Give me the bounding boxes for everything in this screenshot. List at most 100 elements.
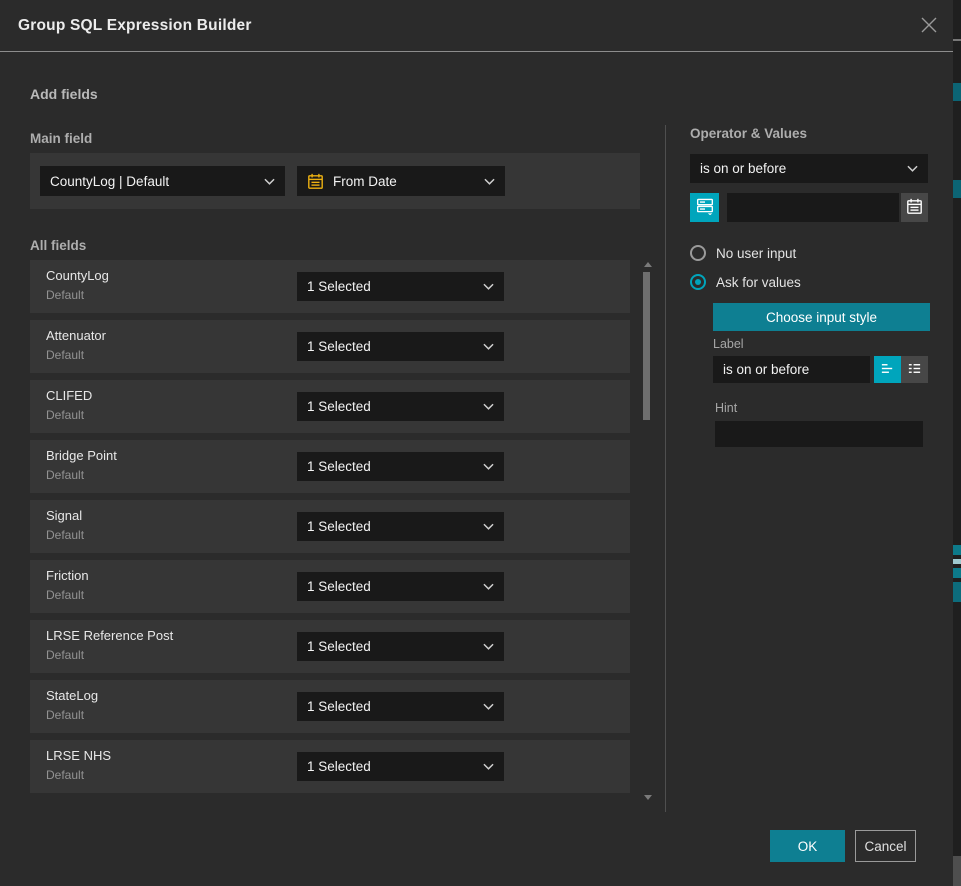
add-fields-heading: Add fields (30, 86, 98, 102)
screen: Group SQL Expression Builder Add fields … (0, 0, 961, 886)
field-selection-value: 1 Selected (307, 519, 477, 534)
field-name: LRSE Reference Post (46, 628, 173, 643)
label-input[interactable] (713, 356, 870, 383)
chevron-down-icon (483, 343, 494, 350)
chevron-down-icon (484, 178, 495, 185)
chevron-down-icon (483, 403, 494, 410)
all-fields-label: All fields (30, 238, 86, 253)
field-selection-value: 1 Selected (307, 459, 477, 474)
field-selection-dropdown[interactable]: 1 Selected (297, 452, 504, 481)
background-sliver-segment (953, 559, 961, 564)
field-row: LRSE NHS Default 1 Selected (30, 740, 630, 793)
field-selection-dropdown[interactable]: 1 Selected (297, 332, 504, 361)
field-row: CountyLog Default 1 Selected (30, 260, 630, 313)
main-field-panel: CountyLog | Default From Date (30, 153, 640, 209)
layer-dropdown[interactable]: CountyLog | Default (40, 166, 285, 196)
main-field-dropdown[interactable]: From Date (297, 166, 505, 196)
background-sliver-segment (953, 180, 961, 198)
field-name: CLIFED (46, 388, 92, 403)
radio-no-user-input-label: No user input (716, 246, 796, 261)
date-picker-button[interactable] (901, 193, 928, 222)
field-selection-dropdown[interactable]: 1 Selected (297, 572, 504, 601)
field-selection-value: 1 Selected (307, 639, 477, 654)
main-field-dropdown-value: From Date (333, 174, 478, 189)
close-icon (920, 16, 938, 37)
field-row: Attenuator Default 1 Selected (30, 320, 630, 373)
scroll-down-icon[interactable] (644, 795, 652, 800)
field-selection-value: 1 Selected (307, 759, 477, 774)
value-source-button[interactable] (690, 193, 719, 222)
group-sql-expression-builder-dialog: Group SQL Expression Builder Add fields … (0, 0, 953, 886)
field-selection-dropdown[interactable]: 1 Selected (297, 632, 504, 661)
operator-dropdown[interactable]: is on or before (690, 154, 928, 183)
value-source-icon (696, 197, 714, 218)
field-sublabel: Default (46, 648, 84, 662)
radio-no-user-input[interactable]: No user input (690, 245, 796, 261)
field-row: LRSE Reference Post Default 1 Selected (30, 620, 630, 673)
dialog-titlebar: Group SQL Expression Builder (0, 0, 953, 52)
single-line-style-button[interactable] (874, 356, 901, 383)
list-style-button[interactable] (901, 356, 928, 383)
chevron-down-icon (483, 583, 494, 590)
background-sliver-segment (953, 582, 961, 602)
align-left-icon (880, 361, 895, 379)
operator-values-heading: Operator & Values (690, 126, 807, 141)
scrollbar-thumb[interactable] (643, 272, 650, 420)
field-row: Bridge Point Default 1 Selected (30, 440, 630, 493)
radio-ask-for-values[interactable]: Ask for values (690, 274, 801, 290)
list-icon (907, 361, 922, 379)
field-row: StateLog Default 1 Selected (30, 680, 630, 733)
background-sliver-segment (953, 83, 961, 101)
calendar-icon (307, 173, 324, 190)
field-name: StateLog (46, 688, 98, 703)
chevron-down-icon (483, 283, 494, 290)
field-name: LRSE NHS (46, 748, 111, 763)
panel-divider (665, 125, 666, 812)
radio-icon (690, 274, 706, 290)
background-sliver-segment (953, 545, 961, 555)
field-name: Signal (46, 508, 82, 523)
field-selection-value: 1 Selected (307, 699, 477, 714)
calendar-icon (906, 198, 923, 218)
field-sublabel: Default (46, 588, 84, 602)
field-sublabel: Default (46, 528, 84, 542)
radio-icon (690, 245, 706, 261)
ok-button[interactable]: OK (770, 830, 845, 862)
label-caption: Label (713, 337, 744, 351)
field-sublabel: Default (46, 408, 84, 422)
dialog-title: Group SQL Expression Builder (18, 0, 252, 52)
all-fields-list: CountyLog Default 1 Selected Attenuator … (30, 260, 630, 800)
hint-input[interactable] (715, 421, 923, 447)
hint-caption: Hint (715, 401, 737, 415)
field-name: Attenuator (46, 328, 106, 343)
field-sublabel: Default (46, 288, 84, 302)
field-name: CountyLog (46, 268, 109, 283)
value-input[interactable] (727, 193, 899, 222)
field-selection-value: 1 Selected (307, 579, 477, 594)
close-button[interactable] (915, 12, 943, 40)
background-sliver-segment (953, 856, 961, 886)
field-selection-dropdown[interactable]: 1 Selected (297, 512, 504, 541)
field-name: Friction (46, 568, 89, 583)
radio-ask-for-values-label: Ask for values (716, 275, 801, 290)
field-selection-value: 1 Selected (307, 339, 477, 354)
main-field-label: Main field (30, 131, 92, 146)
field-selection-dropdown[interactable]: 1 Selected (297, 692, 504, 721)
background-sliver-segment (953, 39, 961, 41)
field-selection-dropdown[interactable]: 1 Selected (297, 752, 504, 781)
field-row: Friction Default 1 Selected (30, 560, 630, 613)
chevron-down-icon (483, 703, 494, 710)
operator-dropdown-value: is on or before (700, 161, 901, 176)
field-selection-dropdown[interactable]: 1 Selected (297, 272, 504, 301)
field-row: Signal Default 1 Selected (30, 500, 630, 553)
cancel-button[interactable]: Cancel (855, 830, 916, 862)
field-name: Bridge Point (46, 448, 117, 463)
chevron-down-icon (483, 763, 494, 770)
background-app-sliver (953, 0, 961, 886)
field-selection-dropdown[interactable]: 1 Selected (297, 392, 504, 421)
choose-input-style-button[interactable]: Choose input style (713, 303, 930, 331)
chevron-down-icon (483, 523, 494, 530)
scroll-up-icon[interactable] (644, 262, 652, 267)
chevron-down-icon (483, 463, 494, 470)
field-selection-value: 1 Selected (307, 279, 477, 294)
